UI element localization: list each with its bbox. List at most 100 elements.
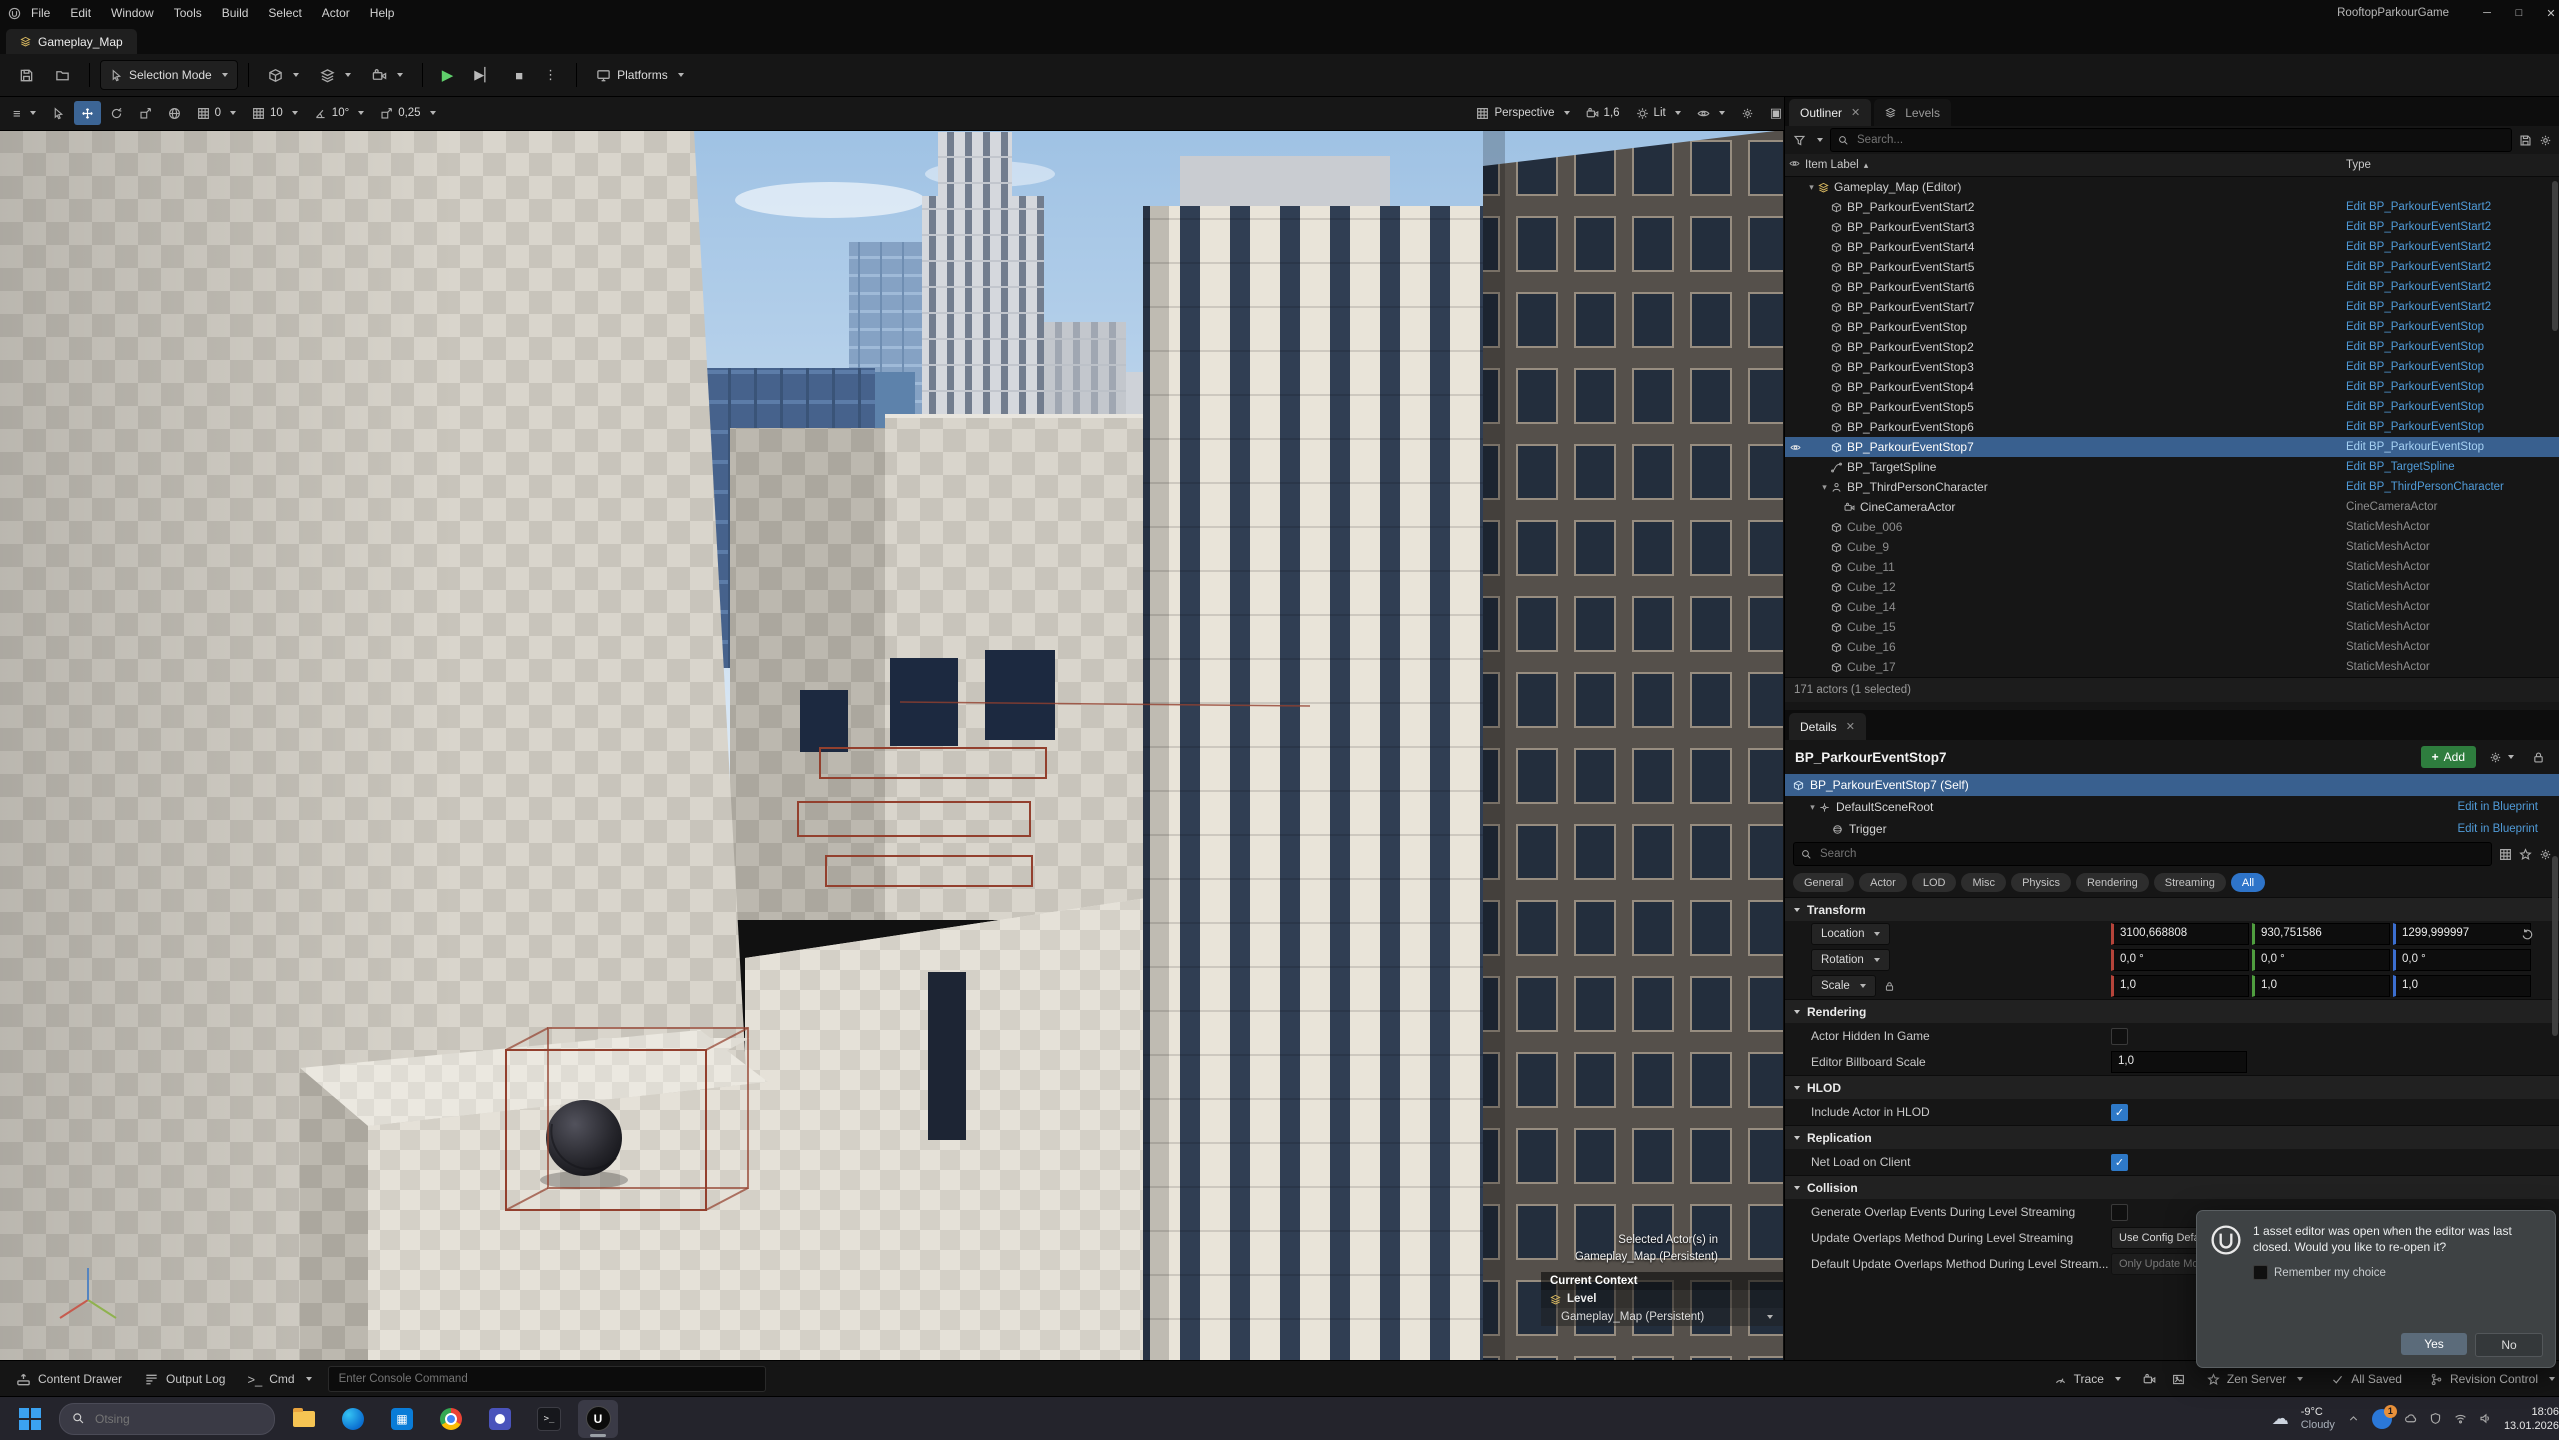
outliner-row[interactable]: BP_ParkourEventStop4Edit BP_ParkourEvent…	[1785, 377, 2559, 397]
output-log-button[interactable]: Output Log	[138, 1366, 231, 1392]
add-component-button[interactable]: +Add	[2421, 746, 2476, 768]
expander-icon[interactable]: ▾	[1805, 182, 1818, 193]
search-input[interactable]	[1855, 133, 2504, 147]
section-replication[interactable]: Replication	[1785, 1125, 2559, 1149]
scale-y-field[interactable]: 1,0	[2252, 975, 2390, 997]
outliner-row[interactable]: Cube_11StaticMeshActor	[1785, 557, 2559, 577]
filter-all[interactable]: All	[2231, 873, 2265, 892]
zen-server-dropdown[interactable]: Zen Server	[2201, 1366, 2309, 1392]
outliner-row[interactable]: BP_TargetSplineEdit BP_TargetSpline	[1785, 457, 2559, 477]
taskbar-search-box[interactable]	[59, 1403, 275, 1435]
unreal-editor-taskbar-icon[interactable]: U	[578, 1400, 618, 1438]
viewport-settings-button[interactable]	[1734, 101, 1761, 125]
terminal-icon[interactable]: >_	[529, 1400, 569, 1438]
outliner-row[interactable]: BP_ParkourEventStart3Edit BP_ParkourEven…	[1785, 217, 2559, 237]
details-search-input[interactable]	[1818, 847, 2484, 861]
cinematics-button[interactable]	[363, 61, 412, 89]
tab-levels[interactable]: Levels	[1874, 99, 1951, 126]
location-z-field[interactable]: 1299,999997	[2393, 923, 2531, 945]
stop-button[interactable]: ■	[506, 61, 532, 89]
outliner-row[interactable]: Cube_17StaticMeshActor	[1785, 657, 2559, 677]
move-tool-button[interactable]	[74, 101, 101, 125]
outliner-row[interactable]: BP_ParkourEventStop2Edit BP_ParkourEvent…	[1785, 337, 2559, 357]
outliner-row[interactable]: Cube_9StaticMeshActor	[1785, 537, 2559, 557]
minimize-button[interactable]: ─	[2471, 0, 2503, 26]
outliner-row-selected[interactable]: BP_ParkourEventStop7Edit BP_ParkourEvent…	[1785, 437, 2559, 457]
net-load-checkbox[interactable]: ✓	[2111, 1154, 2128, 1171]
outliner-row[interactable]: CineCameraActorCineCameraActor	[1785, 497, 2559, 517]
outliner-search-box[interactable]	[1830, 128, 2512, 152]
column-item-label[interactable]: Item Label	[1805, 159, 1859, 171]
perspective-dropdown[interactable]: Perspective	[1469, 101, 1576, 125]
filter-general[interactable]: General	[1793, 873, 1854, 892]
blueprints-button[interactable]	[311, 61, 360, 89]
lock-details-button[interactable]	[2527, 746, 2550, 768]
details-settings-icon[interactable]	[2539, 848, 2552, 861]
outliner-row[interactable]: BP_ParkourEventStart2Edit BP_ParkourEven…	[1785, 197, 2559, 217]
camera-speed-button[interactable]: 1,6	[1579, 101, 1627, 125]
outliner-row[interactable]: BP_ParkourEventStopEdit BP_ParkourEventS…	[1785, 317, 2559, 337]
scale-tool-button[interactable]	[132, 101, 159, 125]
save-view-icon[interactable]	[2519, 134, 2532, 147]
outliner-column-header[interactable]: Item Label ▴ Type	[1785, 154, 2559, 177]
file-explorer-icon[interactable]	[284, 1400, 324, 1438]
show-flags-dropdown[interactable]	[1690, 101, 1732, 125]
eye-icon[interactable]	[1789, 158, 1800, 169]
rotation-snap-toggle[interactable]: 10°	[307, 101, 371, 125]
clock-widget[interactable]: 18:06 13.01.2026	[2504, 1405, 2559, 1433]
filter-rendering[interactable]: Rendering	[2076, 873, 2149, 892]
add-actor-button[interactable]	[259, 61, 308, 89]
onedrive-cloud-icon[interactable]	[2404, 1412, 2417, 1425]
favorites-icon[interactable]	[2519, 848, 2532, 861]
column-type[interactable]: Type	[2346, 159, 2371, 171]
content-drawer-button[interactable]: Content Drawer	[10, 1366, 128, 1392]
billboard-scale-field[interactable]: 1,0	[2111, 1051, 2247, 1073]
store-icon[interactable]: ▦	[382, 1400, 422, 1438]
component-row-trigger[interactable]: TriggerEdit in Blueprint	[1785, 818, 2559, 840]
menu-file[interactable]: File	[21, 3, 60, 23]
outliner-row[interactable]: BP_ParkourEventStart6Edit BP_ParkourEven…	[1785, 277, 2559, 297]
chrome-browser-icon[interactable]	[431, 1400, 471, 1438]
platforms-dropdown[interactable]: Platforms	[587, 61, 693, 89]
scale-dropdown[interactable]: Scale	[1811, 975, 1876, 997]
outliner-row[interactable]: ▾Gameplay_Map (Editor)	[1785, 177, 2559, 197]
scale-z-field[interactable]: 1,0	[2393, 975, 2531, 997]
weather-icon[interactable]: ☁	[2272, 1409, 2289, 1429]
play-options-button[interactable]: ⋮	[535, 61, 566, 89]
reset-to-default-icon[interactable]	[2521, 928, 2534, 941]
content-browser-button[interactable]	[46, 61, 79, 89]
rotation-z-field[interactable]: 0,0 °	[2393, 949, 2531, 971]
capture-frame-icon[interactable]	[2172, 1373, 2185, 1386]
location-dropdown[interactable]: Location	[1811, 923, 1890, 945]
volume-icon[interactable]	[2479, 1412, 2492, 1425]
tab-details[interactable]: Details✕	[1789, 713, 1866, 740]
outliner-row[interactable]: BP_ParkourEventStart4Edit BP_ParkourEven…	[1785, 237, 2559, 257]
skip-button[interactable]: ▶▏	[465, 61, 503, 89]
tab-gameplay-map[interactable]: Gameplay_Map	[6, 29, 137, 54]
menu-tools[interactable]: Tools	[164, 3, 212, 23]
select-tool-button[interactable]	[45, 101, 72, 125]
tab-outliner[interactable]: Outliner✕	[1789, 99, 1871, 126]
show-hidden-icons-chevron[interactable]	[2347, 1412, 2360, 1425]
section-transform[interactable]: Transform	[1785, 897, 2559, 921]
trace-dropdown[interactable]: Trace	[2048, 1366, 2127, 1392]
viewport-menu-button[interactable]: ≡	[6, 101, 43, 125]
filter-physics[interactable]: Physics	[2011, 873, 2071, 892]
teams-icon[interactable]	[480, 1400, 520, 1438]
outliner-row[interactable]: BP_ParkourEventStop5Edit BP_ParkourEvent…	[1785, 397, 2559, 417]
location-x-field[interactable]: 3100,668808	[2111, 923, 2249, 945]
notification-app-icon[interactable]: 1	[2372, 1409, 2392, 1429]
expander-icon[interactable]: ▾	[1806, 802, 1819, 813]
remember-choice-checkbox[interactable]	[2253, 1265, 2268, 1280]
outliner-row[interactable]: Cube_14StaticMeshActor	[1785, 597, 2559, 617]
section-hlod[interactable]: HLOD	[1785, 1075, 2559, 1099]
save-status[interactable]: All Saved	[2325, 1366, 2408, 1392]
console-command-input[interactable]	[337, 1372, 757, 1386]
outliner-row[interactable]: BP_ParkourEventStop6Edit BP_ParkourEvent…	[1785, 417, 2559, 437]
rotation-y-field[interactable]: 0,0 °	[2252, 949, 2390, 971]
no-button[interactable]: No	[2475, 1333, 2543, 1357]
outliner-row[interactable]: Cube_16StaticMeshActor	[1785, 637, 2559, 657]
close-icon[interactable]: ✕	[1851, 106, 1860, 119]
edit-in-blueprint-link[interactable]: Edit in Blueprint	[2457, 823, 2538, 835]
close-icon[interactable]: ✕	[1846, 720, 1855, 733]
